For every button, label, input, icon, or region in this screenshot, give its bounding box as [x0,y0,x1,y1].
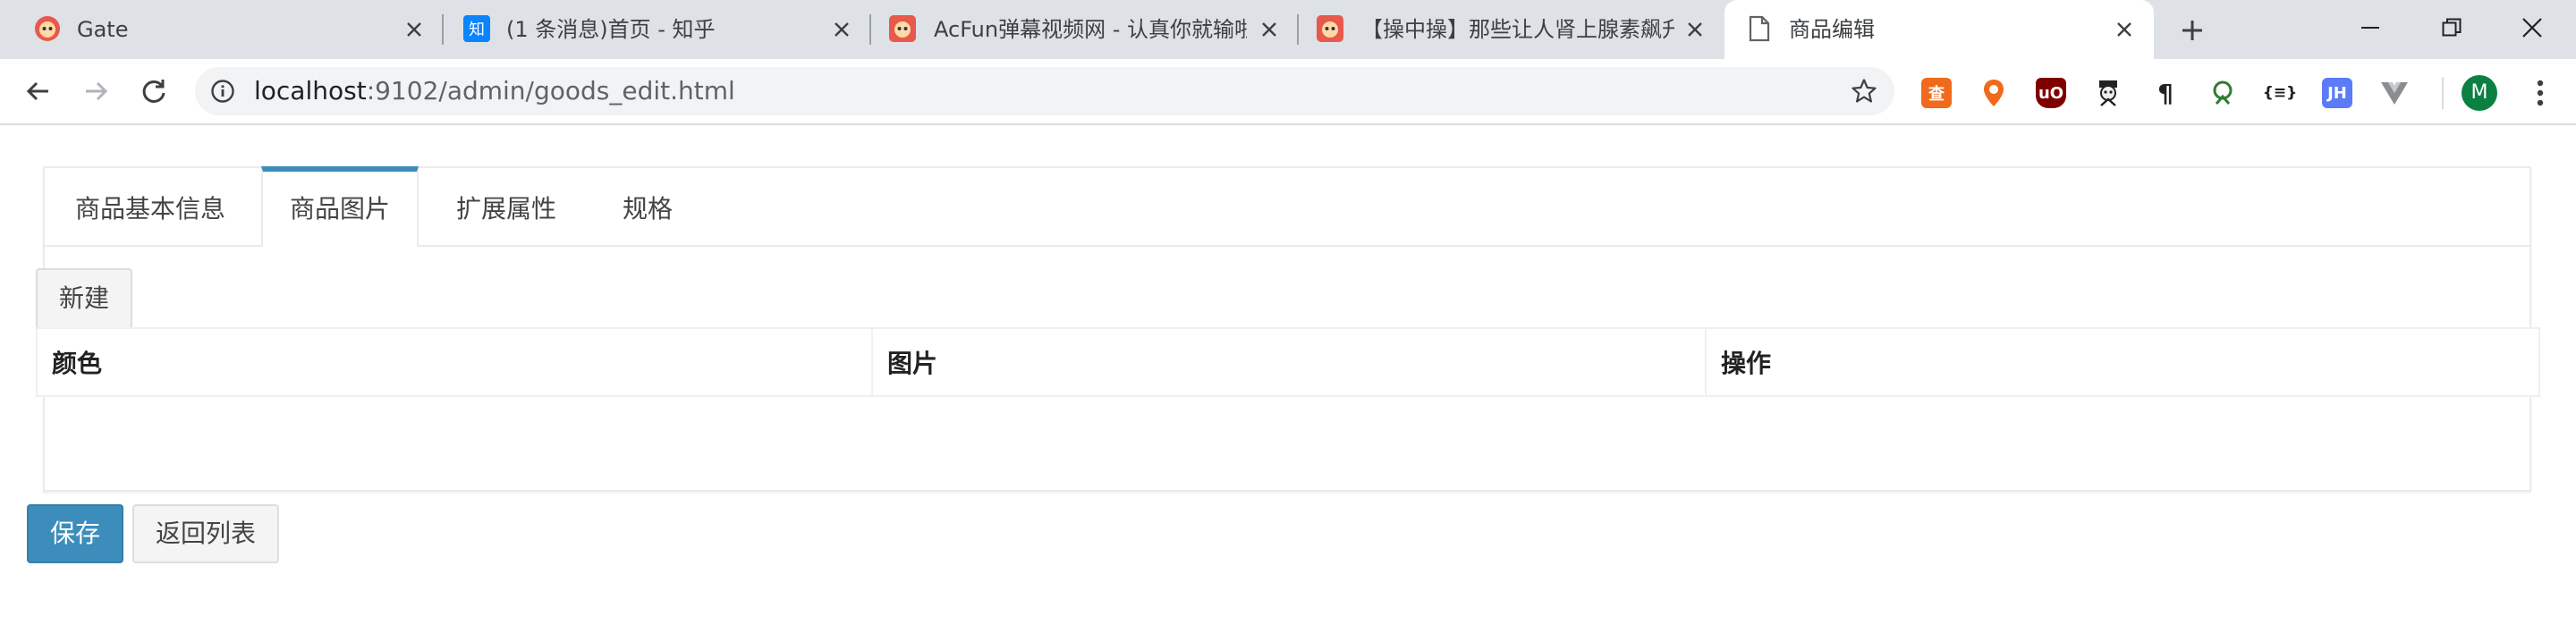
tab-title: Gate [77,17,129,42]
json-viewer-icon[interactable]: {≡} [2262,78,2298,108]
back-arrow-icon[interactable] [18,72,57,111]
close-tab-icon[interactable] [401,16,428,43]
browser-tab-gate[interactable]: Gate [0,0,442,59]
svg-text:知: 知 [469,21,485,39]
extension-label: uO [2038,83,2064,103]
tab-title: (1 条消息)首页 - 知乎 [506,17,716,42]
browser-toolbar: localhost:9102/admin/goods_edit.html 查 u… [0,59,2576,125]
browser-tab-zhihu[interactable]: 知 (1 条消息)首页 - 知乎 [444,0,869,59]
profile-avatar[interactable]: M [2462,75,2497,111]
jsonhandle-icon[interactable]: JH [2322,78,2352,108]
new-tab-button[interactable] [2176,14,2208,46]
ublock-shield-icon[interactable]: uO [2036,78,2066,108]
tab-title: 商品编辑 [1789,17,1875,42]
extension-label: ¶ [2157,78,2174,108]
back-to-list-button[interactable]: 返回列表 [132,504,279,563]
acfun-favicon-icon [34,15,61,42]
extension-location-pin-icon[interactable] [1979,78,2009,108]
tab-goods-images[interactable]: 商品图片 [261,166,419,247]
extension-search-icon[interactable]: 查 [1921,78,1952,108]
column-header-color: 颜色 [52,349,103,378]
more-menu-icon[interactable] [2522,75,2558,111]
vue-devtools-icon[interactable] [2379,78,2410,108]
address-url[interactable]: localhost:9102/admin/goods_edit.html [254,67,735,115]
bookmark-star-icon[interactable] [1850,77,1878,106]
close-window-icon[interactable] [2512,7,2553,48]
extension-label: 查 [1928,85,1945,104]
zhihu-favicon-icon: 知 [463,15,490,42]
site-info-icon[interactable] [209,78,236,105]
extension-label: JH [2327,83,2347,103]
browser-tab-acfun-video[interactable]: 【操中操】那些让人肾上腺素飙升 [1299,0,1724,59]
close-tab-icon[interactable] [2111,16,2138,43]
save-button[interactable]: 保存 [27,504,123,563]
acfun-favicon-icon [889,15,916,42]
close-tab-icon[interactable] [1682,16,1708,43]
acfun-favicon-icon [1317,15,1343,42]
url-host: localhost [254,76,367,106]
tab-specification[interactable]: 规格 [592,166,703,245]
close-tab-icon[interactable] [1256,16,1283,43]
extension-mascot-icon[interactable] [2093,78,2123,108]
pilcrow-icon[interactable]: ¶ [2150,78,2181,108]
page-favicon-icon [1746,15,1773,42]
forward-arrow-icon[interactable] [77,72,116,111]
reload-icon[interactable] [134,72,174,111]
browser-tab-goods-edit[interactable]: 商品编辑 [1724,0,2154,59]
column-header-image: 图片 [887,349,938,378]
tab-basic-info[interactable]: 商品基本信息 [45,166,256,245]
images-table: 颜色 图片 操作 [36,327,2540,397]
browser-tab-acfun[interactable]: AcFun弹幕视频网 - 认真你就输啦 [871,0,1297,59]
toolbar-separator [2442,77,2444,109]
address-bar[interactable]: localhost:9102/admin/goods_edit.html [195,67,1894,115]
tab-title: AcFun弹幕视频网 - 认真你就输啦 [934,17,1247,42]
browser-tab-strip: Gate 知 (1 条消息)首页 - 知乎 AcFun弹幕视频网 - 认真你就输… [0,0,2576,59]
new-button[interactable]: 新建 [36,268,132,329]
close-tab-icon[interactable] [828,16,855,43]
extension-label: {≡} [2262,84,2298,102]
extension-leaf-icon[interactable] [2207,78,2238,108]
column-header-actions: 操作 [1721,349,1772,378]
tab-title: 【操中操】那些让人肾上腺素飙升 [1361,17,1674,42]
url-path: :9102/admin/goods_edit.html [366,76,735,106]
minimize-icon[interactable] [2350,7,2391,48]
restore-icon[interactable] [2431,7,2472,48]
page-content: 商品基本信息 商品图片 扩展属性 规格 新建 颜色 图片 操作 保存 返回列表 [0,125,2576,633]
tab-extended-attributes[interactable]: 扩展属性 [424,166,589,245]
